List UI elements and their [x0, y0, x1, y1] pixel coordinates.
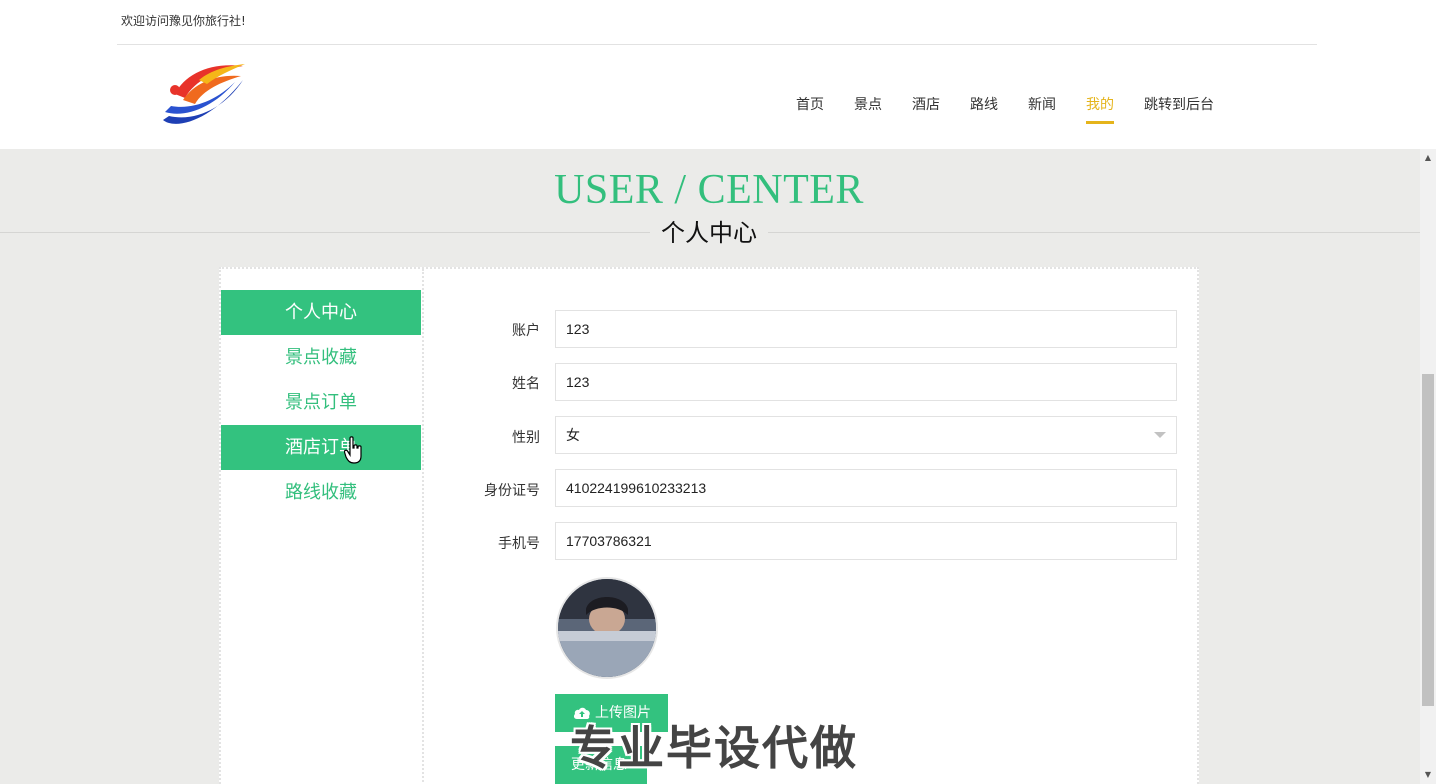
sidebar-item-attraction-favorites[interactable]: 景点收藏 [221, 335, 421, 380]
sidebar-item-profile[interactable]: 个人中心 [221, 290, 421, 335]
phone-label: 手机号 [498, 536, 540, 552]
site-logo[interactable] [155, 60, 251, 134]
id-card-label: 身份证号 [484, 483, 540, 499]
site-header: 欢迎访问豫见你旅行社! 首页 景点 酒店 路线 新闻 我的 跳转到后台 [0, 0, 1436, 149]
nav-news[interactable]: 新闻 [1013, 84, 1071, 124]
nav-attractions[interactable]: 景点 [839, 84, 897, 124]
page-scrollbar[interactable]: ▲ ▼ [1420, 149, 1436, 784]
scroll-down-arrow-icon[interactable]: ▼ [1420, 768, 1436, 782]
header-divider [117, 44, 1317, 45]
avatar-image [558, 579, 656, 677]
page-title-cn: 个人中心 [661, 219, 757, 247]
nav-hotels[interactable]: 酒店 [897, 84, 955, 124]
page-title-cn-wrap: 个人中心 [650, 216, 768, 250]
main-nav: 首页 景点 酒店 路线 新闻 我的 跳转到后台 [781, 84, 1229, 124]
scroll-thumb[interactable] [1422, 374, 1434, 706]
avatar [556, 577, 658, 679]
gender-select[interactable]: 女 [555, 416, 1177, 454]
phone-field[interactable]: 17703786321 [555, 522, 1177, 560]
nav-mine[interactable]: 我的 [1071, 84, 1129, 124]
account-label: 账户 [512, 323, 540, 339]
id-card-field[interactable]: 410224199610233213 [555, 469, 1177, 507]
gender-label: 性别 [512, 430, 540, 446]
nav-routes[interactable]: 路线 [955, 84, 1013, 124]
sidebar-item-attraction-orders[interactable]: 景点订单 [221, 380, 421, 425]
gender-value: 女 [566, 427, 580, 443]
sidebar-item-route-favorites[interactable]: 路线收藏 [221, 470, 421, 515]
name-label: 姓名 [512, 376, 540, 392]
account-field[interactable]: 123 [555, 310, 1177, 348]
nav-admin[interactable]: 跳转到后台 [1129, 84, 1229, 124]
name-field[interactable]: 123 [555, 363, 1177, 401]
chevron-down-icon [1154, 432, 1166, 438]
page-title-en: USER / CENTER [554, 167, 864, 213]
watermark-overlay: 专业毕设代做 [570, 721, 858, 775]
welcome-text: 欢迎访问豫见你旅行社! [121, 14, 246, 28]
nav-home[interactable]: 首页 [781, 84, 839, 124]
sidebar-menu: 个人中心 景点收藏 景点订单 酒店订单 路线收藏 [221, 269, 424, 784]
sidebar-item-hotel-orders[interactable]: 酒店订单 [221, 425, 421, 470]
scroll-up-arrow-icon[interactable]: ▲ [1420, 151, 1436, 165]
hand-pointer-icon [344, 436, 362, 464]
